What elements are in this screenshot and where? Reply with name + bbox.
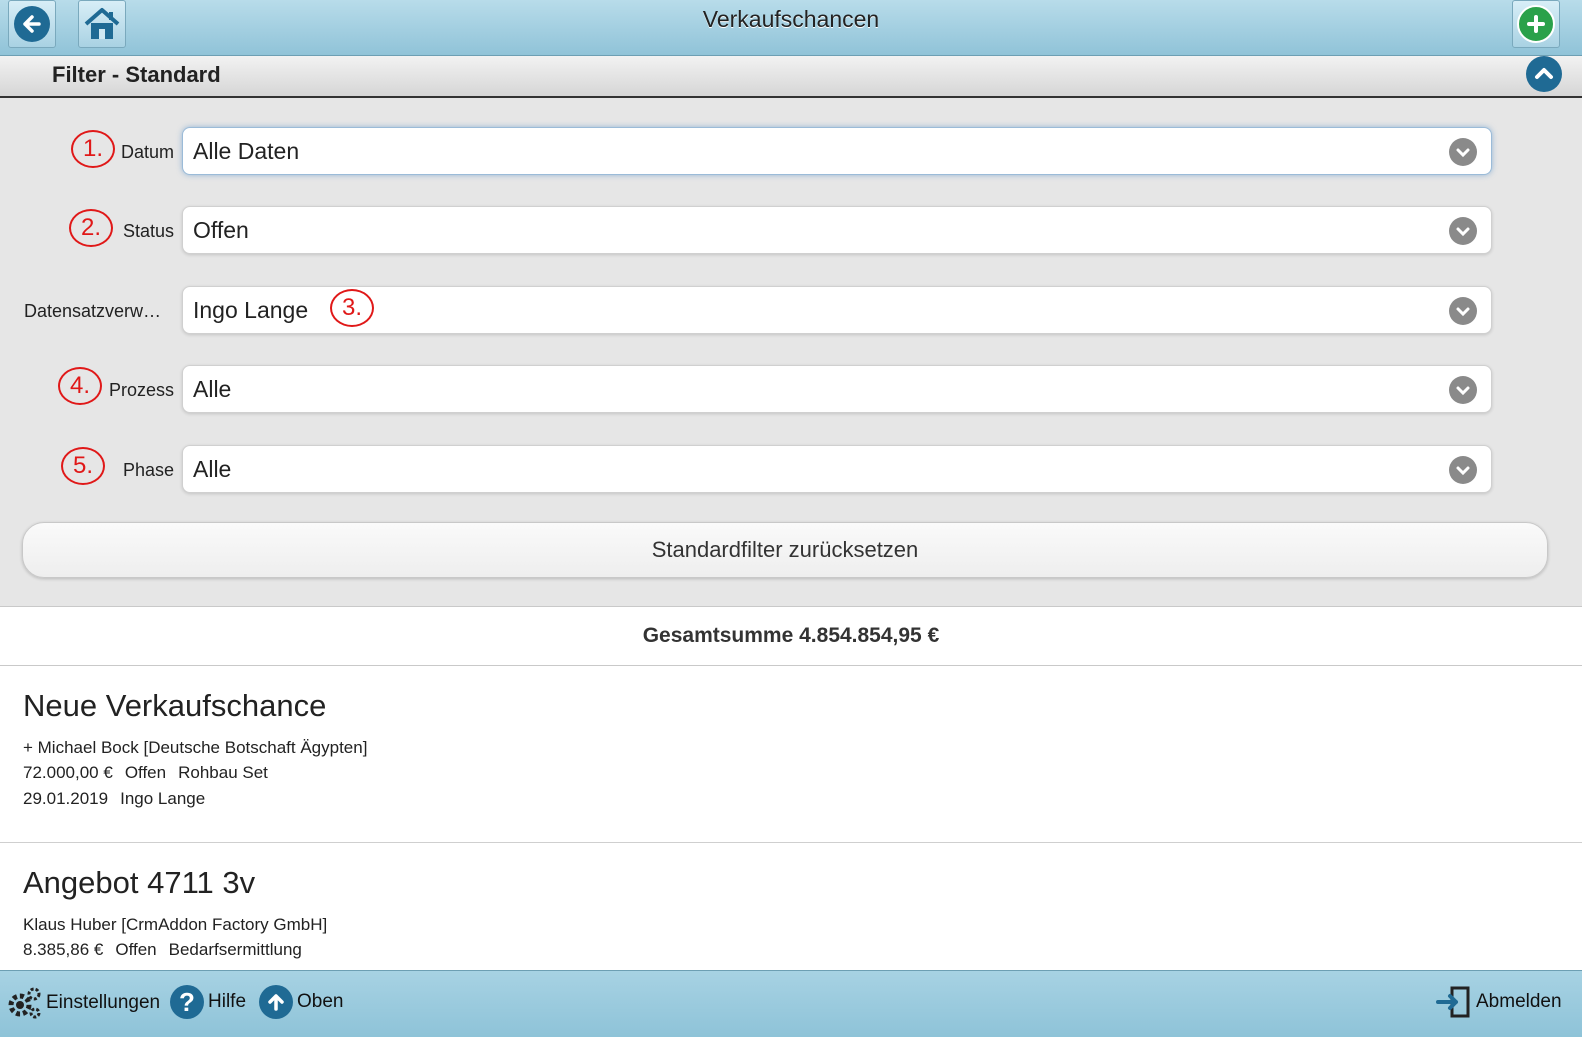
datum-select[interactable]: Alle Daten	[182, 127, 1492, 175]
chevron-down-icon	[1449, 217, 1477, 245]
item-contact: Klaus Huber [CrmAddon Factory GmbH]	[23, 915, 328, 934]
logout-icon	[1436, 986, 1470, 1018]
top-label: Oben	[297, 991, 344, 1012]
phase-select-value: Alle	[193, 456, 232, 482]
phase-select[interactable]: Alle	[182, 445, 1492, 493]
item-phase: Bedarfsermittlung	[168, 940, 302, 959]
filter-header[interactable]: Filter - Standard	[0, 56, 1582, 98]
add-button[interactable]	[1512, 0, 1560, 48]
filter-label-prozess: Prozess	[108, 380, 174, 400]
item-amount: 72.000,00 €	[23, 763, 113, 782]
item-meta: 29.01.2019 Ingo Lange	[23, 789, 217, 809]
list-item[interactable]: Angebot 4711 3v Klaus Huber [CrmAddon Fa…	[0, 843, 1582, 972]
annotation-marker-3: 3.	[330, 289, 374, 327]
chevron-down-icon	[1449, 376, 1477, 404]
help-button[interactable]: ? Hilfe	[170, 985, 246, 1019]
filter-label-status: Status	[122, 221, 174, 241]
help-icon: ?	[170, 985, 204, 1019]
item-status: Offen	[124, 763, 167, 782]
logout-label: Abmelden	[1476, 991, 1562, 1012]
prozess-select[interactable]: Alle	[182, 365, 1492, 413]
item-contact: + Michael Bock [Deutsche Botschaft Ägypt…	[23, 738, 368, 757]
annotation-marker-5: 5.	[61, 447, 105, 485]
datensatzverwalter-select-value: Ingo Lange	[193, 297, 309, 323]
datensatzverwalter-select[interactable]: Ingo Lange	[182, 286, 1492, 334]
prozess-select-value: Alle	[193, 376, 232, 402]
chevron-up-icon	[1535, 68, 1553, 79]
item-phase: Rohbau Set	[178, 763, 268, 782]
top-button[interactable]: Oben	[259, 985, 343, 1019]
total-sum: Gesamtsumme 4.854.854,95 €	[0, 607, 1582, 666]
filter-row-datensatzverwalter: Datensatzverw… Ingo Lange 3.	[0, 286, 1582, 336]
reset-filter-button[interactable]: Standardfilter zurücksetzen	[22, 522, 1548, 578]
annotation-marker-4: 4.	[58, 367, 102, 405]
datum-select-value: Alle Daten	[193, 138, 300, 164]
help-label: Hilfe	[208, 991, 247, 1012]
item-title: Neue Verkaufschance	[23, 688, 327, 723]
status-select-value: Offen	[193, 217, 249, 243]
settings-label: Einstellungen	[46, 992, 161, 1013]
item-amount: 8.385,86 €	[23, 940, 104, 959]
list-item[interactable]: Neue Verkaufschance + Michael Bock [Deut…	[0, 666, 1582, 843]
annotation-marker-1: 1.	[71, 130, 115, 168]
filter-row-datum: Datum 1. Alle Daten	[0, 127, 1582, 177]
collapse-filter-button[interactable]	[1526, 56, 1562, 92]
status-select[interactable]: Offen	[182, 206, 1492, 254]
filter-label-datum: Datum	[120, 142, 174, 162]
page-title: Verkaufschancen	[702, 6, 880, 32]
arrow-up-icon	[259, 985, 293, 1019]
footer-bar: Einstellungen ? Hilfe Oben Abmelden	[0, 970, 1582, 1037]
item-status: Offen	[115, 940, 157, 959]
filter-row-status: Status 2. Offen	[0, 206, 1582, 256]
chevron-down-icon	[1449, 138, 1477, 166]
filter-row-prozess: Prozess 4. Alle	[0, 365, 1582, 415]
filter-label-datensatzverwalter: Datensatzverw…	[24, 301, 162, 321]
item-owner: Ingo Lange	[120, 789, 206, 808]
filter-row-phase: Phase 5. Alle	[0, 445, 1582, 495]
app-header: Verkaufschancen	[0, 0, 1582, 56]
chevron-down-icon	[1449, 456, 1477, 484]
plus-icon	[1517, 5, 1555, 43]
item-date: 29.01.2019	[23, 789, 109, 808]
chevron-down-icon	[1449, 297, 1477, 325]
opportunity-list: Gesamtsumme 4.854.854,95 € Neue Verkaufs…	[0, 606, 1582, 972]
item-details: 72.000,00 € Offen Rohbau Set	[23, 763, 280, 783]
logout-button[interactable]: Abmelden	[1436, 985, 1562, 1019]
filter-title: Filter - Standard	[52, 62, 221, 87]
item-details: 8.385,86 € Offen Bedarfsermittlung	[23, 940, 314, 960]
settings-button[interactable]: Einstellungen	[6, 985, 160, 1021]
filter-label-phase: Phase	[122, 460, 174, 480]
item-title: Angebot 4711 3v	[23, 865, 256, 900]
gears-icon	[8, 987, 41, 1019]
annotation-marker-2: 2.	[69, 209, 113, 247]
